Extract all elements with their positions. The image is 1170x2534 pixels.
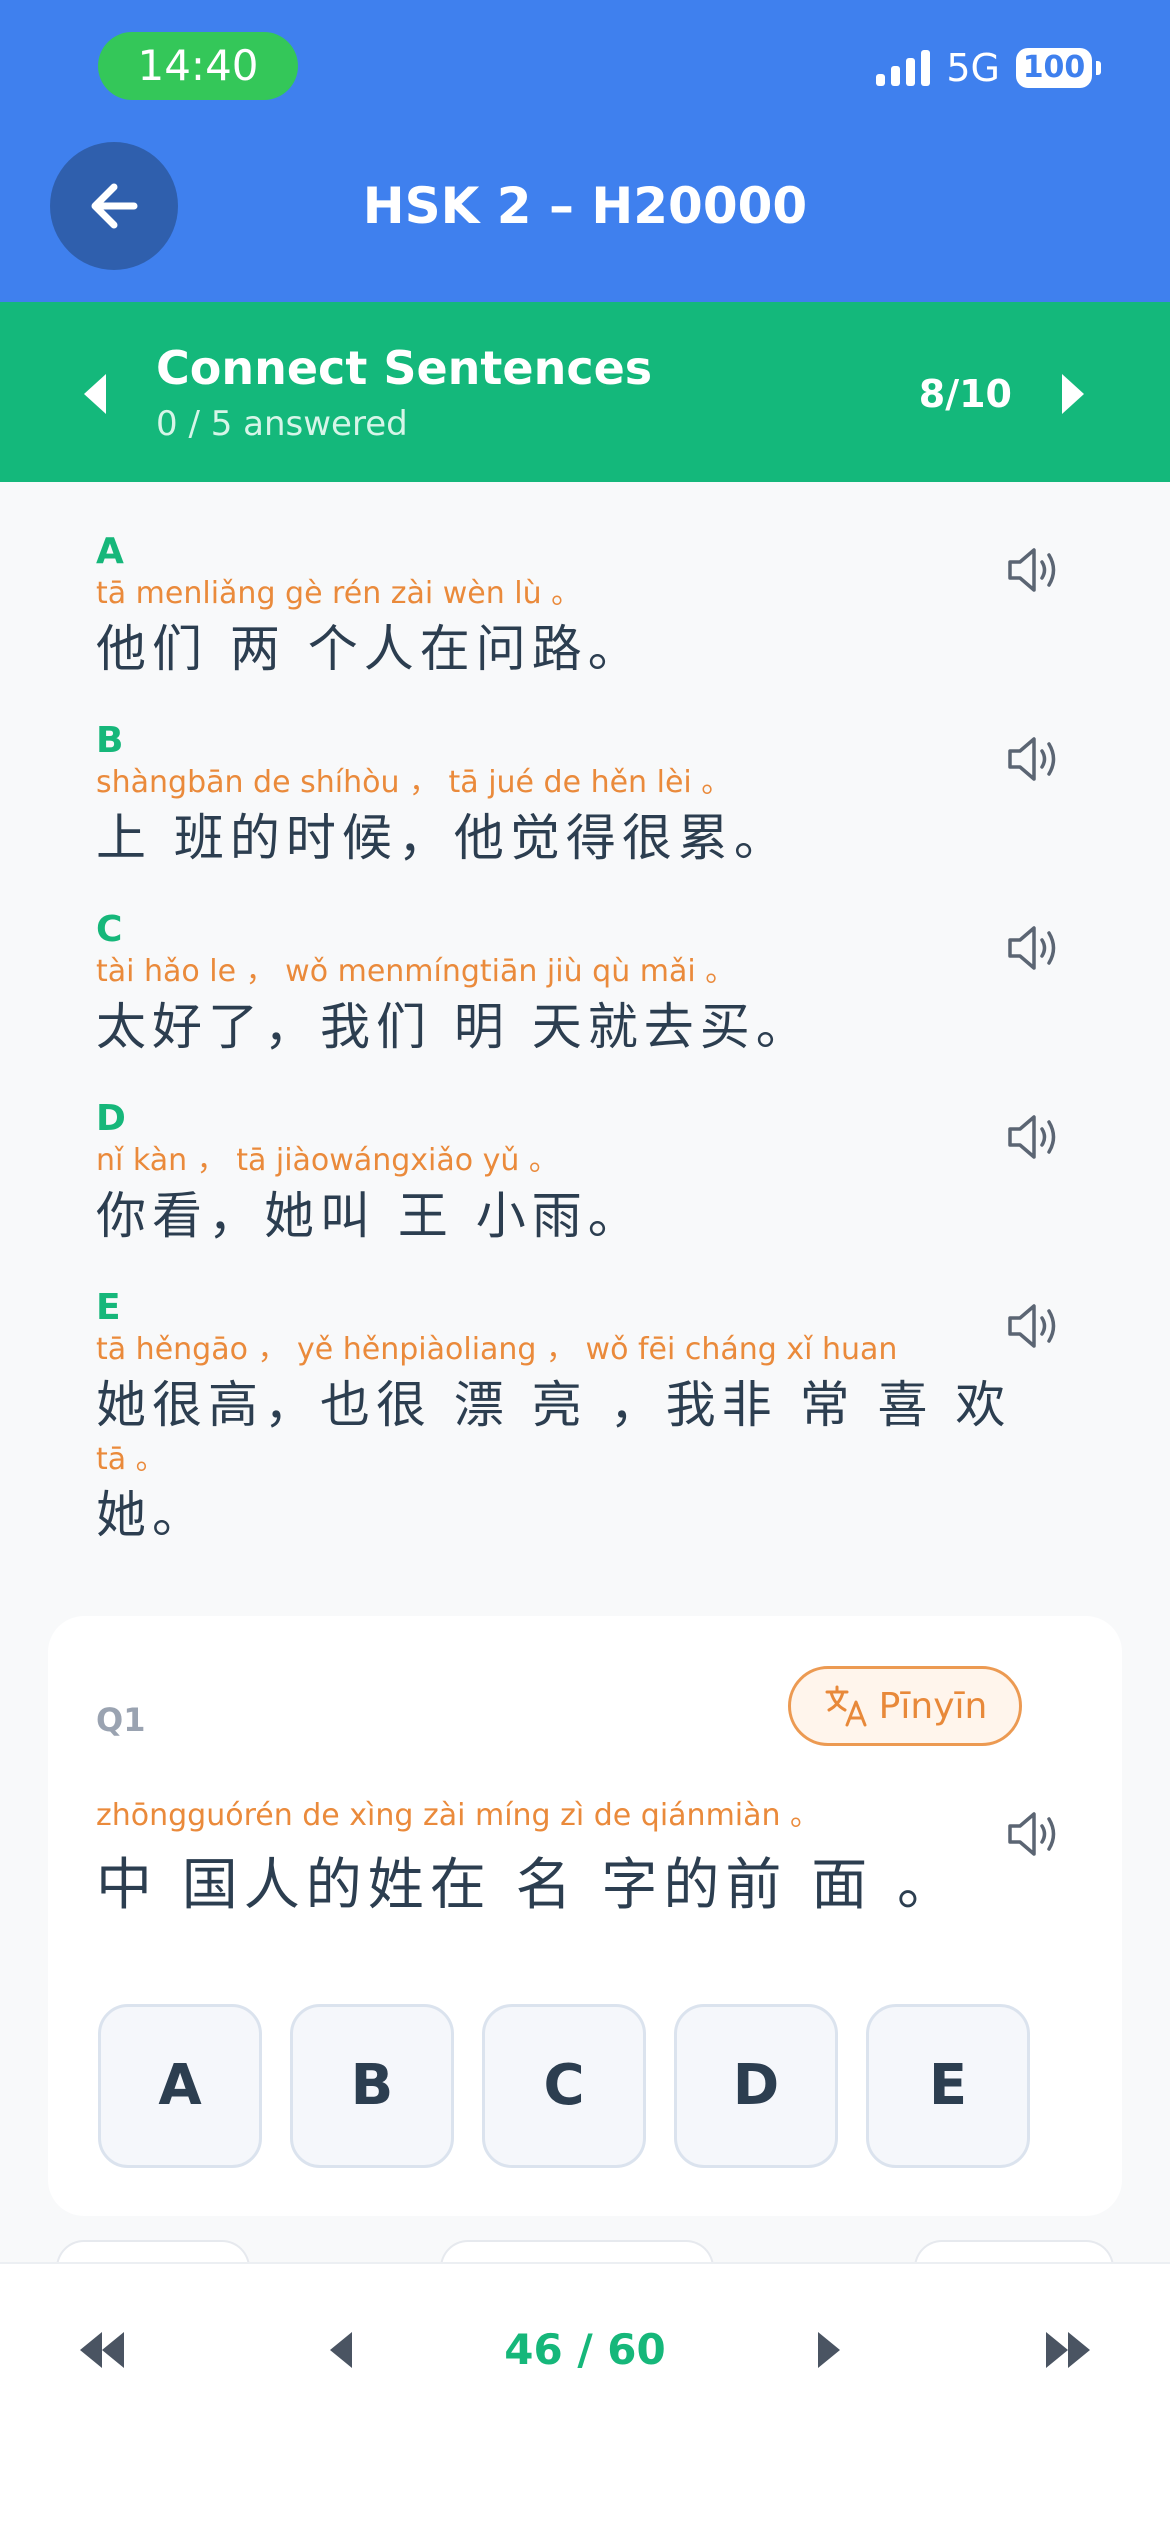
section-prev-button[interactable] [80, 370, 110, 418]
speaker-icon[interactable] [1006, 544, 1062, 596]
option-pinyin: tā 。 [96, 1442, 166, 1477]
translate-icon [825, 1685, 867, 1727]
option-pinyin: tā menliǎng gè rén zài wèn lù 。 [96, 576, 582, 611]
option-hanzi: 你看，她叫 王 小雨。 [96, 1187, 644, 1245]
answer-choice-c[interactable]: C [482, 2004, 646, 2168]
option-letter: D [96, 1098, 126, 1139]
prev-page-button[interactable] [300, 2318, 380, 2382]
network-label: 5G [946, 46, 1000, 90]
option-b: B shàngbān de shíhòu ， tā jué de hěn lèi… [96, 719, 996, 873]
answer-choice-b[interactable]: B [290, 2004, 454, 2168]
section-counter: 8/10 [918, 372, 1012, 416]
battery-icon: 100 [1016, 48, 1101, 88]
option-pinyin: shàngbān de shíhòu ， tā jué de hěn lèi 。 [96, 765, 732, 800]
option-letter: E [96, 1287, 121, 1328]
option-d: D nǐ kàn ， tā jiàowángxiǎo yǔ 。 你看，她叫 王 … [96, 1097, 996, 1251]
section-progress: 0 / 5 answered [156, 404, 408, 444]
skip-first-icon [80, 2332, 124, 2368]
answer-choice-d[interactable]: D [674, 2004, 838, 2168]
option-letter: B [96, 720, 124, 761]
option-letter: C [96, 909, 123, 950]
option-hanzi: 上 班的时候，他觉得很累。 [96, 809, 790, 867]
speaker-icon[interactable] [1006, 1808, 1062, 1860]
chevron-right-icon [818, 2332, 840, 2368]
option-pinyin: tài hǎo le ， wǒ menmíngtiān jiù qù mǎi 。 [96, 954, 736, 989]
signal-icon [876, 50, 931, 86]
option-e: E tā hěngāo ， yě hěnpiàoliang ， wǒ fēi c… [96, 1286, 1012, 1550]
speaker-icon[interactable] [1006, 922, 1062, 974]
option-hanzi: 她很高，也很 漂 亮 ，我非 常 喜 欢 [96, 1376, 1012, 1434]
next-page-button[interactable] [790, 2318, 870, 2382]
option-pinyin: nǐ kàn ， tā jiàowángxiǎo yǔ 。 [96, 1143, 559, 1178]
speaker-icon[interactable] [1006, 1300, 1062, 1352]
question-label: Q1 [96, 1701, 146, 1739]
status-icons: 5G 100 [876, 40, 1101, 96]
skip-last-icon [1046, 2332, 1090, 2368]
option-hanzi: 他们 两 个人在问路。 [96, 620, 644, 678]
option-hanzi: 她。 [96, 1486, 208, 1544]
status-time: 14:40 [98, 32, 298, 100]
option-a: A tā menliǎng gè rén zài wèn lù 。 他们 两 个… [96, 530, 996, 684]
section-title: Connect Sentences [156, 341, 653, 395]
option-c: C tài hǎo le ， wǒ menmíngtiān jiù qù mǎi… [96, 908, 996, 1062]
last-page-button[interactable] [1028, 2318, 1108, 2382]
question-hanzi: 中 国人的姓在 名 字的前 面 。 [96, 1853, 960, 1918]
speaker-icon[interactable] [1006, 733, 1062, 785]
pinyin-toggle-button[interactable]: Pīnyīn [788, 1666, 1022, 1746]
option-hanzi: 太好了，我们 明 天就去买。 [96, 998, 812, 1056]
pinyin-toggle-label: Pīnyīn [878, 1685, 988, 1727]
bottom-navigation [0, 2262, 1170, 2534]
answer-choice-e[interactable]: E [866, 2004, 1030, 2168]
section-next-button[interactable] [1058, 370, 1088, 418]
first-page-button[interactable] [62, 2318, 142, 2382]
option-letter: A [96, 531, 124, 572]
chevron-left-icon [330, 2332, 352, 2368]
answer-choice-a[interactable]: A [98, 2004, 262, 2168]
option-pinyin: tā hěngāo ， yě hěnpiàoliang ， wǒ fēi chá… [96, 1332, 898, 1367]
page-title: HSK 2 – H20000 [362, 177, 808, 235]
speaker-icon[interactable] [1006, 1111, 1062, 1163]
question-pinyin: zhōngguórén de xìng zài míng zì de qiánm… [96, 1798, 821, 1833]
page-indicator: 46 / 60 [504, 2325, 666, 2374]
